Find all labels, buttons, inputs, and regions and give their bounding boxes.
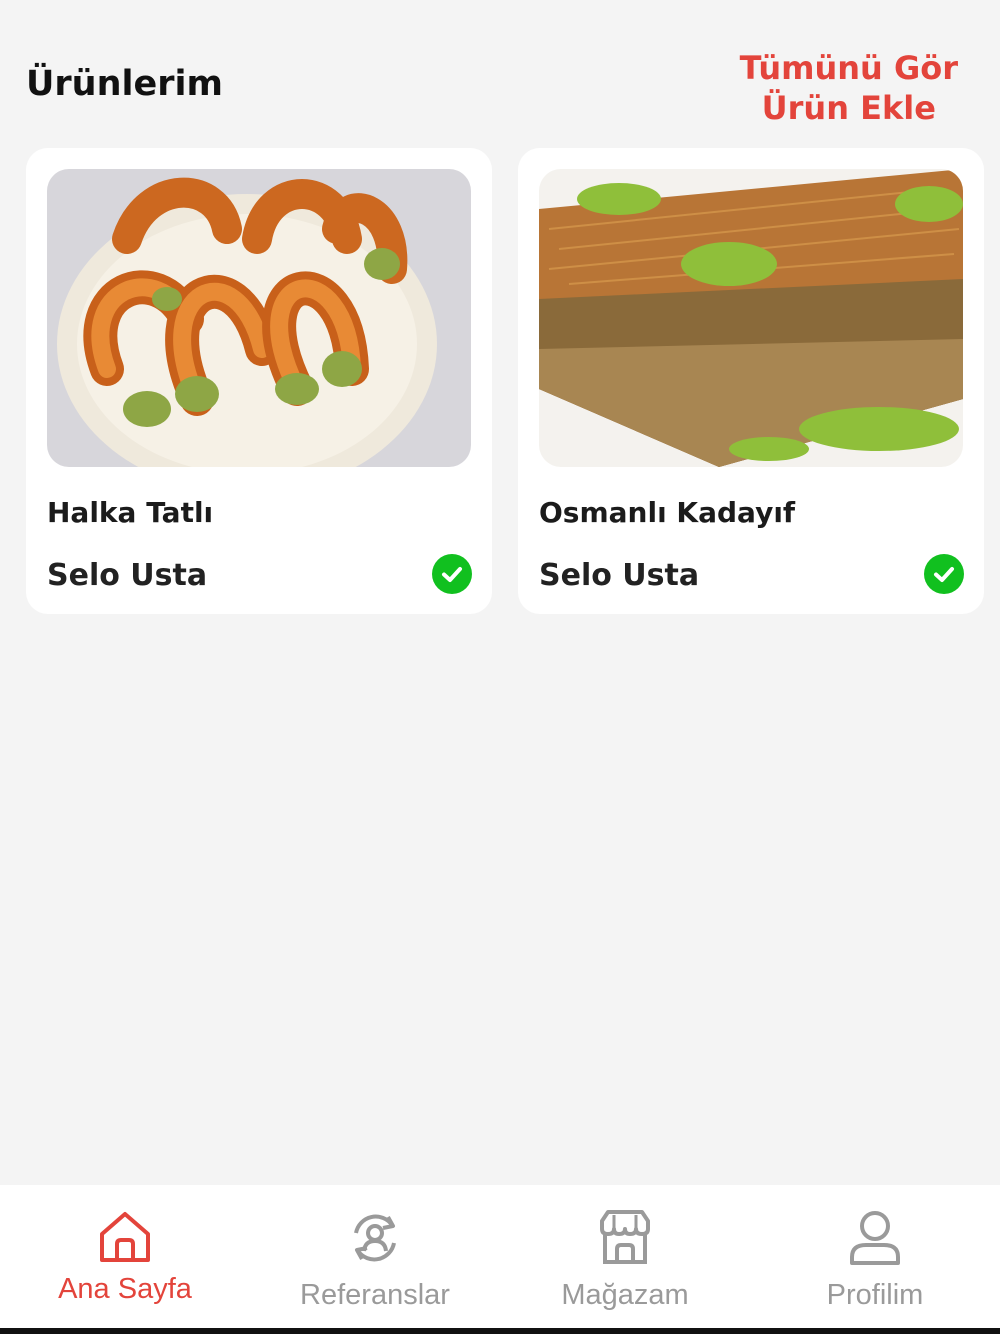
product-list: Halka Tatlı Selo Usta Osmanlı Kadayıf Se… (26, 148, 984, 614)
nav-item-profile[interactable]: Profilim (750, 1185, 1000, 1328)
nav-label: Referanslar (300, 1279, 450, 1311)
home-indicator-bar (0, 1328, 1000, 1334)
home-icon (100, 1212, 150, 1262)
nav-item-home[interactable]: Ana Sayfa (0, 1185, 250, 1328)
product-name: Osmanlı Kadayıf (539, 496, 796, 529)
header-actions: Tümünü Gör Ürün Ekle (740, 48, 958, 128)
nav-label: Ana Sayfa (58, 1273, 192, 1305)
header: Ürünlerim Tümünü Gör Ürün Ekle (0, 0, 1000, 140)
store-icon (600, 1210, 650, 1264)
product-name: Halka Tatlı (47, 496, 214, 529)
product-card[interactable]: Osmanlı Kadayıf Selo Usta (518, 148, 984, 614)
product-seller: Selo Usta (47, 558, 208, 593)
page-title: Ürünlerim (26, 64, 223, 104)
nav-item-store[interactable]: Mağazam (500, 1185, 750, 1328)
nav-item-referrals[interactable]: Referanslar (250, 1185, 500, 1328)
view-all-link[interactable]: Tümünü Gör (740, 48, 958, 88)
bottom-nav: Ana Sayfa Referanslar Mağazam Profilim (0, 1185, 1000, 1328)
referrals-icon (354, 1214, 396, 1262)
profile-icon (850, 1211, 900, 1265)
product-seller: Selo Usta (539, 558, 700, 593)
approved-check-icon (924, 554, 964, 594)
nav-label: Mağazam (561, 1279, 689, 1311)
product-image-ring-dessert (47, 169, 471, 467)
product-image-kadayif (539, 169, 963, 467)
product-card[interactable]: Halka Tatlı Selo Usta (26, 148, 492, 614)
nav-label: Profilim (826, 1279, 924, 1311)
approved-check-icon (432, 554, 472, 594)
add-product-link[interactable]: Ürün Ekle (762, 88, 936, 128)
